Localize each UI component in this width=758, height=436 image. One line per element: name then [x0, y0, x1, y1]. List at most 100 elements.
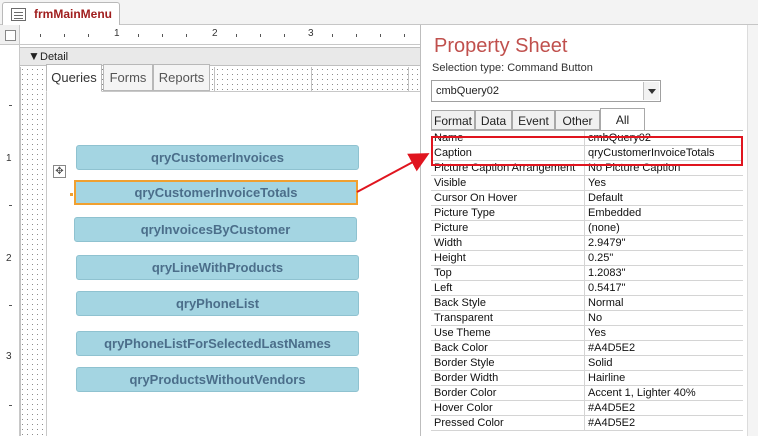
property-tab-label: All [615, 113, 630, 127]
layout-move-handle-icon[interactable]: ✥ [53, 165, 66, 178]
ruler-tick [236, 34, 237, 37]
tab-reports[interactable]: Reports [153, 64, 210, 91]
tab-all[interactable]: All [600, 108, 645, 131]
property-tab-label: Event [518, 114, 549, 128]
ruler-number: 1 [6, 153, 12, 164]
object-selector-combo[interactable]: cmbQuery02 [431, 80, 661, 102]
ruler-tick [88, 34, 89, 37]
tab-data[interactable]: Data [475, 110, 512, 130]
property-row[interactable]: Transparent No [431, 311, 743, 326]
selection-type-label: Selection type: [432, 62, 505, 74]
property-value[interactable]: Normal [586, 296, 743, 311]
property-row[interactable]: Hover Color #A4D5E2 [431, 401, 743, 416]
property-sheet-pane: Property Sheet Selection type: Command B… [420, 25, 758, 436]
property-value[interactable]: 0.5417" [586, 281, 743, 296]
query-button[interactable]: qryCustomerInvoices [76, 145, 359, 170]
ruler-tick [162, 34, 163, 37]
property-name: Back Color [431, 341, 585, 356]
document-tab-strip: frmMainMenu [0, 0, 758, 26]
ruler-number: 1 [114, 28, 120, 39]
ruler-tick [9, 205, 12, 206]
property-name: Height [431, 251, 585, 266]
property-value[interactable]: Default [586, 191, 743, 206]
property-sheet-title: Property Sheet [434, 35, 568, 57]
property-row[interactable]: Left 0.5417" [431, 281, 743, 296]
form-icon [11, 8, 26, 21]
property-name: Picture [431, 221, 585, 236]
dropdown-arrow-icon[interactable] [643, 82, 659, 100]
ruler-tick [380, 34, 381, 37]
ruler-tick [64, 34, 65, 37]
ruler-tick [138, 34, 139, 37]
property-name: Border Color [431, 386, 585, 401]
property-row[interactable]: Border Width Hairline [431, 371, 743, 386]
ruler-tick [284, 34, 285, 37]
ruler-number: 3 [6, 351, 12, 362]
selection-type: Selection type: Command Button [432, 62, 593, 74]
property-row[interactable]: Picture (none) [431, 221, 743, 236]
property-grid: Name cmbQuery02 Caption qryCustomerInvoiceT… [431, 130, 743, 431]
tab-queries[interactable]: Queries [46, 64, 102, 92]
property-row[interactable]: Picture Type Embedded [431, 206, 743, 221]
property-row[interactable]: Pressed Color #A4D5E2 [431, 416, 743, 431]
ruler-tick [9, 405, 12, 406]
tab-label: Reports [158, 70, 205, 85]
ruler-tick [9, 105, 12, 106]
property-value[interactable]: 2.9479" [586, 236, 743, 251]
section-marker-icon: ▼ [28, 49, 40, 63]
property-name: Cursor On Hover [431, 191, 585, 206]
property-value[interactable]: Hairline [586, 371, 743, 386]
ruler-number: 2 [212, 28, 218, 39]
query-button[interactable]: qryPhoneList [76, 291, 359, 316]
query-button[interactable]: qryPhoneListForSelectedLastNames [76, 331, 359, 356]
document-tab-title: frmMainMenu [34, 7, 112, 21]
property-tab-label: Data [480, 114, 507, 128]
property-row[interactable]: Width 2.9479" [431, 236, 743, 251]
property-value[interactable]: #A4D5E2 [586, 341, 743, 356]
ruler-tick [186, 34, 187, 37]
annotation-highlight-box [431, 136, 743, 166]
property-name: Top [431, 266, 585, 281]
property-row[interactable]: Cursor On Hover Default [431, 191, 743, 206]
property-value[interactable]: #A4D5E2 [586, 401, 743, 416]
property-value[interactable]: (none) [586, 221, 743, 236]
property-name: Hover Color [431, 401, 585, 416]
document-tab[interactable]: frmMainMenu [2, 2, 120, 26]
property-name: Width [431, 236, 585, 251]
query-button[interactable]: qryProductsWithoutVendors [76, 367, 359, 392]
property-value[interactable]: #A4D5E2 [586, 416, 743, 431]
property-sheet-scrollbar[interactable] [747, 25, 758, 436]
property-row[interactable]: Top 1.2083" [431, 266, 743, 281]
property-row[interactable]: Back Color #A4D5E2 [431, 341, 743, 356]
tab-event[interactable]: Event [512, 110, 555, 130]
property-row[interactable]: Border Style Solid [431, 356, 743, 371]
property-value[interactable]: 1.2083" [586, 266, 743, 281]
property-row[interactable]: Height 0.25" [431, 251, 743, 266]
tab-forms[interactable]: Forms [103, 64, 153, 91]
property-row[interactable]: Use Theme Yes [431, 326, 743, 341]
property-row[interactable]: Border Color Accent 1, Lighter 40% [431, 386, 743, 401]
ruler-tick [404, 34, 405, 37]
ruler-corner-selector[interactable] [0, 25, 20, 45]
property-value[interactable]: Solid [586, 356, 743, 371]
property-value[interactable]: 0.25" [586, 251, 743, 266]
property-value[interactable]: Accent 1, Lighter 40% [586, 386, 743, 401]
property-value[interactable]: Yes [586, 326, 743, 341]
selection-handle[interactable] [70, 193, 73, 196]
query-button[interactable]: qryLineWithProducts [76, 255, 359, 280]
selection-type-value: Command Button [507, 62, 593, 74]
section-label: Detail [40, 51, 69, 63]
property-value[interactable]: No [586, 311, 743, 326]
query-button[interactable]: qryInvoicesByCustomer [74, 217, 357, 242]
property-name: Left [431, 281, 585, 296]
property-row[interactable]: Visible Yes [431, 176, 743, 191]
tab-other[interactable]: Other [555, 110, 600, 130]
query-button-selected[interactable]: qryCustomerInvoiceTotals [74, 180, 358, 205]
tab-label: Forms [109, 70, 147, 85]
property-value[interactable]: Embedded [586, 206, 743, 221]
tab-format[interactable]: Format [431, 110, 475, 130]
property-value[interactable]: Yes [586, 176, 743, 191]
tab-label: Queries [51, 70, 97, 85]
property-name: Visible [431, 176, 585, 191]
property-row[interactable]: Back Style Normal [431, 296, 743, 311]
